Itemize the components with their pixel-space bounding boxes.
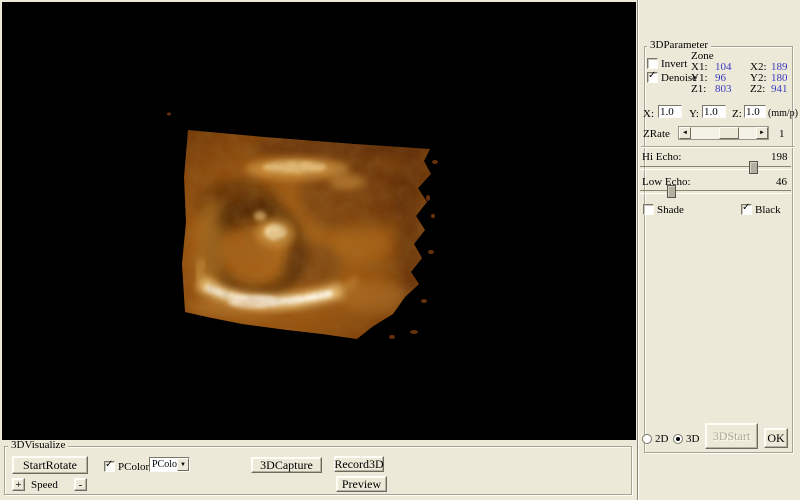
zone-z1-value: 803 [715,84,732,95]
low-echo-value: 46 [776,177,787,188]
hi-echo-label: Hi Echo: [642,152,681,163]
scale-z-input[interactable] [744,105,766,118]
scale-x-label: X: [643,109,654,120]
scale-unit-label: (mm/p) [768,108,798,119]
pcolor-label: PColor [118,462,149,473]
black-checkbox[interactable]: ✓ [741,204,752,215]
parameter-panel: 3DParameter Invert ✓ Denoise Zone X1: 10… [637,0,800,500]
preview-button[interactable]: Preview [336,476,387,492]
shade-label: Shade [657,205,684,216]
radio-dot-icon [676,437,680,441]
zrate-scroll-right-icon[interactable]: ► [756,127,768,139]
hi-echo-slider-track[interactable] [640,166,791,170]
volume-viewport[interactable] [2,2,636,440]
low-echo-slider-thumb[interactable] [667,185,676,198]
speed-label: Speed [31,480,58,491]
scale-z-label: Z: [732,109,742,120]
shade-checkbox[interactable] [643,204,654,215]
low-echo-slider-track[interactable] [640,190,791,194]
visualize-panel: 3DVisualize StartRotate + Speed - ✓ PCol… [2,440,636,498]
invert-label: Invert [661,59,687,70]
mode-3d-label: 3D [686,434,699,445]
check-icon: ✓ [648,70,656,81]
capture-3d-button[interactable]: 3DCapture [251,457,322,473]
ultrasound-volume [2,2,636,440]
mode-3d-radio[interactable] [673,434,683,444]
start-3d-button[interactable]: 3DStart [705,423,758,449]
pcolor-combobox[interactable]: PColor ▼ [149,457,190,472]
pcolor-checkbox[interactable]: ✓ [104,461,115,472]
speed-plus-button[interactable]: + [12,478,25,491]
hi-echo-value: 198 [771,152,788,163]
mode-2d-radio[interactable] [642,434,652,444]
scale-x-input[interactable] [658,105,682,118]
zrate-scroll-thumb[interactable] [719,127,739,139]
zone-z2-value: 941 [771,84,788,95]
start-rotate-button[interactable]: StartRotate [12,456,88,474]
zone-z2-label: Z2: [750,84,765,95]
record-3d-button[interactable]: Record3D [334,456,384,472]
visualize-group-title: 3DVisualize [8,440,68,451]
mode-2d-label: 2D [655,434,668,445]
zone-z1-label: Z1: [691,84,706,95]
hi-echo-slider-thumb[interactable] [749,161,758,174]
parameter-group-title: 3DParameter [647,40,711,51]
app-window: 3DParameter Invert ✓ Denoise Zone X1: 10… [0,0,800,500]
ok-button[interactable]: OK [764,428,788,448]
denoise-checkbox[interactable]: ✓ [647,72,658,83]
zrate-scroll-left-icon[interactable]: ◄ [679,127,691,139]
scale-y-input[interactable] [702,105,726,118]
check-icon: ✓ [742,202,750,213]
zrate-value: 1 [779,129,785,140]
zrate-label: ZRate [643,129,670,140]
black-label: Black [755,205,781,216]
separator [641,146,794,148]
check-icon: ✓ [105,459,113,470]
speed-minus-button[interactable]: - [74,478,87,491]
invert-checkbox[interactable] [647,58,658,69]
scale-y-label: Y: [689,109,699,120]
zrate-scrollbar[interactable]: ◄ ► [678,126,769,140]
chevron-down-icon[interactable]: ▼ [177,458,189,471]
